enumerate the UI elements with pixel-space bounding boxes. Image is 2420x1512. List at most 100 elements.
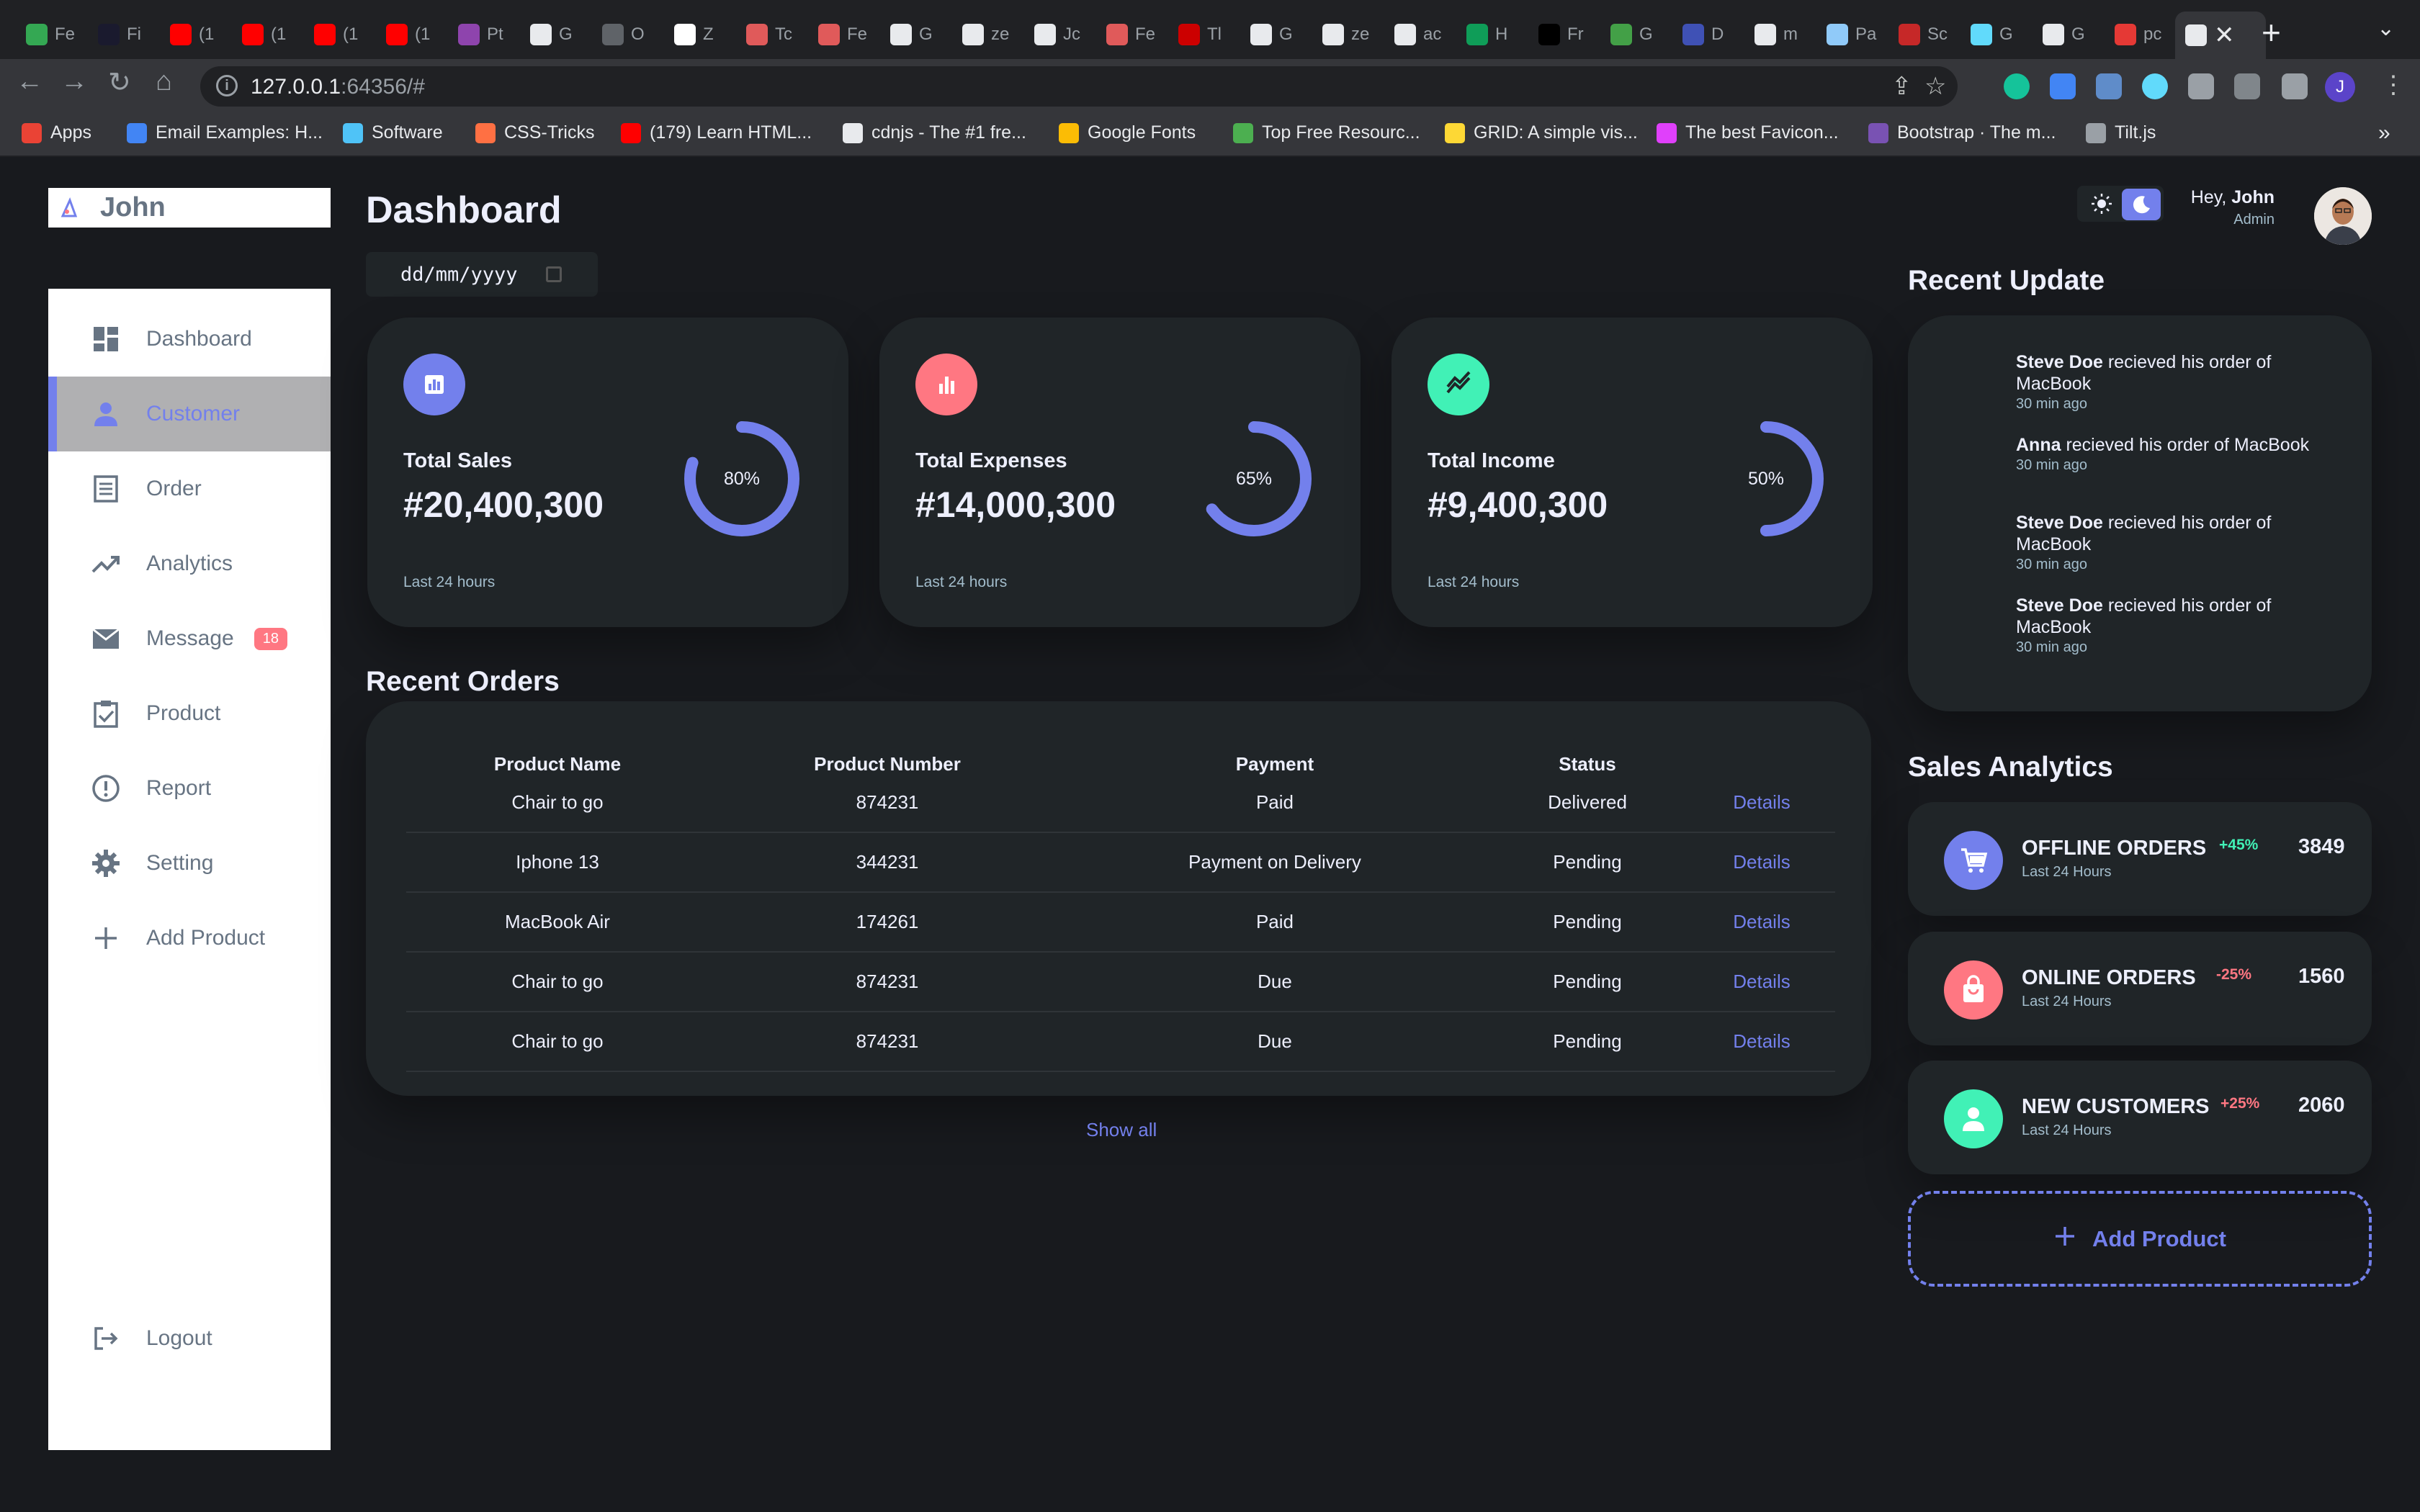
bookmark-item[interactable]: (179) Learn HTML... — [621, 122, 812, 143]
user-role: Admin — [2233, 212, 2275, 228]
profile-avatar[interactable]: J — [2325, 72, 2355, 102]
show-all-link[interactable]: Show all — [1086, 1119, 1157, 1141]
details-link[interactable]: Details — [1704, 953, 1819, 1010]
recent-orders-table: Product Name Product Number Payment Status C… — [366, 701, 1871, 1096]
add-product-button[interactable]: Add Product — [1908, 1191, 2372, 1287]
table-row: Chair to go 874231 Due Pending Details — [406, 953, 1835, 1012]
browser-tab[interactable]: Pa — [1816, 16, 1878, 53]
tab-active[interactable]: ✕ — [2175, 12, 2266, 59]
browser-tab[interactable]: O — [592, 16, 654, 53]
sidebar-item-order[interactable]: Order — [48, 451, 331, 526]
new-tab-button[interactable]: + — [2262, 13, 2281, 52]
browser-tab[interactable]: ac — [1384, 16, 1446, 53]
sidebar-item-dashboard[interactable]: Dashboard — [48, 302, 331, 377]
back-arrow-icon[interactable]: ← — [16, 66, 43, 97]
browser-tab[interactable]: Fi — [88, 16, 150, 53]
bookmark-item[interactable]: CSS-Tricks — [475, 122, 594, 143]
puzzle-icon[interactable] — [2188, 73, 2214, 99]
details-link[interactable]: Details — [1704, 893, 1819, 950]
browser-tab[interactable]: pc — [2105, 16, 2166, 53]
browser-tab[interactable]: Z — [664, 16, 726, 53]
browser-tab[interactable]: Fr — [1528, 16, 1590, 53]
bookmark-star-icon[interactable]: ☆ — [1924, 72, 1946, 101]
sidebar-item-customer[interactable]: Customer — [48, 377, 331, 451]
browser-tab[interactable]: D — [1672, 16, 1734, 53]
sidebar-item-report[interactable]: Report — [48, 751, 331, 826]
browser-tab[interactable]: Fe — [16, 16, 78, 53]
site-info-icon[interactable]: i — [216, 75, 238, 96]
home-icon[interactable]: ⌂ — [156, 66, 172, 97]
bookmark-item[interactable]: cdnjs - The #1 fre... — [843, 122, 1026, 143]
react-devtools-icon[interactable] — [2142, 73, 2168, 99]
moon-icon[interactable] — [2122, 189, 2161, 220]
browser-tab[interactable]: Fe — [1096, 16, 1158, 53]
bookmark-item[interactable]: Tilt.js — [2086, 122, 2156, 143]
tab-search-icon[interactable]: ⌄ — [2377, 16, 2395, 41]
sidebar-item-label: Setting — [146, 851, 214, 875]
browser-tab[interactable]: G — [1960, 16, 2022, 53]
calendar-icon[interactable] — [546, 266, 562, 282]
reading-list-icon[interactable] — [2234, 73, 2260, 99]
browser-tab[interactable]: (1 — [232, 16, 294, 53]
details-link[interactable]: Details — [1704, 1012, 1819, 1070]
browser-tab[interactable]: Fe — [808, 16, 870, 53]
browser-tab[interactable]: Jc — [1024, 16, 1086, 53]
sidebar-item-product[interactable]: Product — [48, 676, 331, 751]
bookmark-item[interactable]: Software — [343, 122, 443, 143]
bookmark-item[interactable]: GRID: A simple vis... — [1445, 122, 1638, 143]
details-link[interactable]: Details — [1704, 833, 1819, 891]
sidebar-item-logout[interactable]: Logout — [48, 1301, 331, 1376]
close-icon[interactable]: ✕ — [2214, 21, 2235, 50]
sidebar-item-analytics[interactable]: Analytics — [48, 526, 331, 601]
share-icon[interactable]: ⇪ — [1891, 72, 1912, 101]
browser-tab[interactable]: (1 — [304, 16, 366, 53]
tab-favicon-icon — [1034, 24, 1056, 45]
bookmark-favicon-icon — [127, 122, 147, 143]
browser-tab[interactable]: G — [2033, 16, 2094, 53]
browser-tab[interactable]: G — [520, 16, 582, 53]
sidebar-item-setting[interactable]: Setting — [48, 826, 331, 901]
sun-icon[interactable] — [2083, 189, 2120, 219]
grammarly-extension-icon[interactable] — [2004, 73, 2030, 99]
address-bar[interactable]: i 127.0.0.1:64356/# ⇪ ☆ — [200, 66, 1958, 107]
bookmark-favicon-icon — [1059, 122, 1079, 143]
browser-tab[interactable]: Tl — [1168, 16, 1230, 53]
tab-title: H — [1495, 24, 1508, 44]
side-panel-icon[interactable] — [2282, 73, 2308, 99]
extension-icon[interactable] — [2096, 73, 2122, 99]
browser-tab[interactable]: ze — [1312, 16, 1374, 53]
tab-title: G — [1279, 24, 1293, 44]
browser-tab[interactable]: Sc — [1888, 16, 1950, 53]
details-link[interactable]: Details — [1704, 773, 1819, 831]
browser-tab[interactable]: ze — [952, 16, 1014, 53]
browser-tab[interactable]: G — [880, 16, 942, 53]
avatar[interactable] — [2314, 187, 2372, 245]
browser-tab[interactable]: (1 — [376, 16, 438, 53]
bookmark-item[interactable]: Apps — [22, 122, 91, 143]
browser-tab[interactable]: Pt — [448, 16, 510, 53]
progress-percent: 50% — [1747, 469, 1785, 489]
logo[interactable]: John — [48, 188, 331, 228]
browser-tab[interactable]: (1 — [160, 16, 222, 53]
browser-tab[interactable]: G — [1600, 16, 1662, 53]
bookmark-item[interactable]: Top Free Resourc... — [1233, 122, 1420, 143]
tab-title: D — [1711, 24, 1724, 44]
reload-icon[interactable]: ↻ — [108, 66, 131, 99]
translate-extension-icon[interactable] — [2050, 73, 2076, 99]
browser-tab[interactable]: m — [1744, 16, 1806, 53]
bookmark-item[interactable]: The best Favicon... — [1657, 122, 1839, 143]
tab-favicon-icon — [1754, 24, 1776, 45]
browser-tab[interactable]: Tc — [736, 16, 798, 53]
bookmark-item[interactable]: Bootstrap · The m... — [1868, 122, 2056, 143]
theme-toggle[interactable] — [2077, 186, 2164, 222]
browser-tab[interactable]: H — [1456, 16, 1518, 53]
browser-tab[interactable]: G — [1240, 16, 1302, 53]
bookmark-item[interactable]: Email Examples: H... — [127, 122, 323, 143]
bookmark-item[interactable]: Google Fonts — [1059, 122, 1196, 143]
forward-arrow-icon[interactable]: → — [60, 66, 88, 97]
more-bookmarks-icon[interactable]: » — [2378, 121, 2390, 145]
browser-menu-icon[interactable]: ⋮ — [2381, 71, 2406, 99]
sidebar-item-add-product[interactable]: Add Product — [48, 901, 331, 976]
date-input[interactable]: dd/mm/yyyy — [366, 252, 598, 297]
sidebar-item-message[interactable]: Message 18 — [48, 601, 331, 676]
